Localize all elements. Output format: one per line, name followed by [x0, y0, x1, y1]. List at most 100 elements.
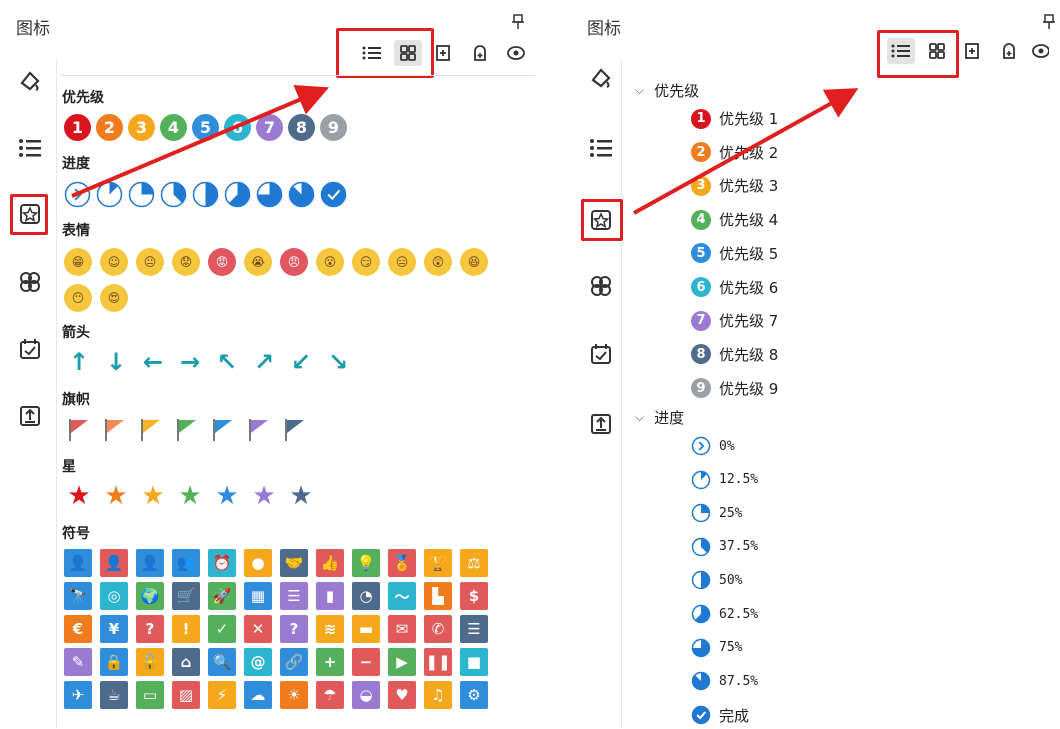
star-icon[interactable]: ★	[175, 482, 205, 510]
symbol-icon[interactable]: ⚙	[460, 681, 488, 709]
flag-icon[interactable]	[64, 415, 92, 443]
symbol-icon[interactable]: ▭	[136, 681, 164, 709]
symbol-icon[interactable]: ✕	[244, 615, 272, 643]
symbol-icon[interactable]: ⌂	[172, 648, 200, 676]
progress-0-icon[interactable]	[64, 181, 91, 208]
tree-item-priority-4[interactable]: 4 优先级 4	[691, 209, 778, 230]
arrow-icon[interactable]: ↗	[249, 348, 279, 376]
symbol-icon[interactable]: ♫	[424, 681, 452, 709]
emotion-icon[interactable]: 😭	[244, 248, 272, 276]
symbol-icon[interactable]: 🔒	[100, 648, 128, 676]
tree-item-priority-6[interactable]: 6 优先级 6	[691, 277, 778, 298]
symbol-icon[interactable]: ▨	[172, 681, 200, 709]
emotion-icon[interactable]: 😶	[64, 284, 92, 312]
pin-icon[interactable]	[512, 14, 524, 34]
progress-50-icon[interactable]	[192, 181, 219, 208]
symbol-icon[interactable]: ◔	[352, 582, 380, 610]
arrow-icon[interactable]: ↓	[101, 348, 131, 376]
tree-group-priority[interactable]: ⌵ 优先级	[635, 80, 699, 101]
symbol-icon[interactable]: ▬	[352, 615, 380, 643]
sidebar-outline-icon[interactable]	[14, 132, 46, 164]
symbol-icon[interactable]: @	[244, 648, 272, 676]
flag-icon[interactable]	[244, 415, 272, 443]
emotion-icon[interactable]: 😲	[424, 248, 452, 276]
sidebar-export-icon[interactable]	[585, 408, 617, 440]
sidebar-export-icon[interactable]	[14, 400, 46, 432]
add-icon-button[interactable]	[959, 38, 987, 64]
symbol-icon[interactable]: 👤	[64, 549, 92, 577]
symbol-icon[interactable]: ▦	[244, 582, 272, 610]
tree-item-priority-8[interactable]: 8 优先级 8	[691, 344, 778, 365]
symbol-icon[interactable]: 🔓	[136, 648, 164, 676]
symbol-icon[interactable]: 🚀	[208, 582, 236, 610]
sidebar-outline-icon[interactable]	[585, 132, 617, 164]
symbol-icon[interactable]: ◎	[100, 582, 128, 610]
priority-6-icon[interactable]: 6	[224, 114, 251, 141]
tree-item-priority-2[interactable]: 2 优先级 2	[691, 142, 778, 163]
symbol-icon[interactable]: 👥	[172, 549, 200, 577]
star-icon[interactable]: ★	[138, 482, 168, 510]
preview-button[interactable]	[1031, 38, 1049, 64]
tree-item-priority-5[interactable]: 5 优先级 5	[691, 243, 778, 264]
tree-item-progress-4[interactable]: 50%	[691, 570, 742, 590]
tree-item-priority-7[interactable]: 7 优先级 7	[691, 310, 778, 331]
priority-8-icon[interactable]: 8	[288, 114, 315, 141]
emotion-icon[interactable]: 😑	[388, 248, 416, 276]
progress-37.5-icon[interactable]	[160, 181, 187, 208]
symbol-icon[interactable]: ●	[244, 549, 272, 577]
arrow-icon[interactable]: →	[175, 348, 205, 376]
emotion-icon[interactable]: 😍	[100, 284, 128, 312]
sidebar-calendar-icon[interactable]	[14, 333, 46, 365]
emotion-icon[interactable]: 😁	[64, 248, 92, 276]
symbol-icon[interactable]: ◒	[352, 681, 380, 709]
symbol-icon[interactable]: ?	[280, 615, 308, 643]
progress-87.5-icon[interactable]	[288, 181, 315, 208]
emotion-icon[interactable]: 😐	[136, 248, 164, 276]
symbol-icon[interactable]: 👍	[316, 549, 344, 577]
progress-62.5-icon[interactable]	[224, 181, 251, 208]
tree-item-priority-3[interactable]: 3 优先级 3	[691, 175, 778, 196]
flag-icon[interactable]	[136, 415, 164, 443]
flag-icon[interactable]	[280, 415, 308, 443]
symbol-icon[interactable]: ☰	[280, 582, 308, 610]
tree-group-progress[interactable]: ⌵ 进度	[635, 407, 684, 428]
progress-12.5-icon[interactable]	[96, 181, 123, 208]
pin-icon[interactable]	[1043, 14, 1055, 34]
sidebar-calendar-icon[interactable]	[585, 338, 617, 370]
priority-1-icon[interactable]: 1	[64, 114, 91, 141]
add-tag-button[interactable]	[995, 38, 1023, 64]
symbol-icon[interactable]: +	[316, 648, 344, 676]
tree-item-progress-6[interactable]: 75%	[691, 638, 742, 658]
symbol-icon[interactable]: ▶	[388, 648, 416, 676]
symbol-icon[interactable]: ⚡	[208, 681, 236, 709]
priority-3-icon[interactable]: 3	[128, 114, 155, 141]
symbol-icon[interactable]: !	[172, 615, 200, 643]
flag-icon[interactable]	[172, 415, 200, 443]
tree-item-priority-1[interactable]: 1 优先级 1	[691, 108, 778, 129]
symbol-icon[interactable]: ▙	[424, 582, 452, 610]
symbol-icon[interactable]: ✎	[64, 648, 92, 676]
symbol-icon[interactable]: ▮	[316, 582, 344, 610]
symbol-icon[interactable]: −	[352, 648, 380, 676]
star-icon[interactable]: ★	[64, 482, 94, 510]
symbol-icon[interactable]: ♥	[388, 681, 416, 709]
tree-item-progress-3[interactable]: 37.5%	[691, 537, 758, 557]
emotion-icon[interactable]: 😠	[280, 248, 308, 276]
symbol-icon[interactable]: 🛒	[172, 582, 200, 610]
symbol-icon[interactable]: ❚❚	[424, 648, 452, 676]
symbol-icon[interactable]: 🏅	[388, 549, 416, 577]
tree-item-progress-1[interactable]: 12.5%	[691, 470, 758, 490]
preview-button[interactable]	[502, 40, 530, 66]
symbol-icon[interactable]: 👤	[100, 549, 128, 577]
symbol-icon[interactable]: ☀	[280, 681, 308, 709]
symbol-icon[interactable]: 👤	[136, 549, 164, 577]
sidebar-style-icon[interactable]	[585, 62, 617, 94]
add-icon-button[interactable]	[430, 40, 458, 66]
add-tag-button[interactable]	[466, 40, 494, 66]
tree-item-progress-8[interactable]: 完成	[691, 705, 749, 726]
symbol-icon[interactable]: 🌍	[136, 582, 164, 610]
priority-4-icon[interactable]: 4	[160, 114, 187, 141]
symbol-icon[interactable]: ☰	[460, 615, 488, 643]
arrow-icon[interactable]: ↙	[286, 348, 316, 376]
symbol-icon[interactable]: 🏆	[424, 549, 452, 577]
